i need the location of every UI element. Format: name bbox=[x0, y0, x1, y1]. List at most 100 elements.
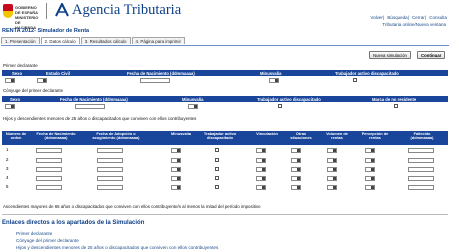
otras-situaciones-select[interactable] bbox=[291, 167, 301, 172]
government-logo: GOBIERNO DE ESPAÑA MINISTERIO DE HACIEND… bbox=[2, 2, 42, 30]
row-number: 1 bbox=[6, 147, 9, 152]
no-residente-checkbox[interactable] bbox=[394, 104, 398, 108]
minusvalia-select[interactable] bbox=[269, 78, 279, 83]
agencia-tributaria-logo-icon bbox=[55, 3, 69, 17]
conyuge-label: Cónyuge del primer declarante bbox=[3, 88, 64, 93]
link-volver[interactable]: Volver bbox=[370, 15, 383, 20]
link-primer-declarante[interactable]: Primer declarante bbox=[16, 231, 52, 236]
row-number: 2 bbox=[6, 157, 9, 162]
trabajador-checkbox[interactable] bbox=[215, 176, 219, 180]
minusvalia-select[interactable] bbox=[171, 176, 181, 181]
primer-declarante-header: Sexo Estado Civil Fecha de Nacimiento (d… bbox=[2, 70, 448, 76]
otras-situaciones-select[interactable] bbox=[291, 148, 301, 153]
vinculacion-select[interactable] bbox=[256, 185, 266, 190]
col-trabajador: Trabajador activo discapacitado bbox=[257, 96, 321, 102]
fecha-nacimiento-input[interactable] bbox=[36, 148, 62, 153]
vinculacion-select[interactable] bbox=[256, 158, 266, 163]
link-consulta[interactable]: Consulta bbox=[429, 15, 447, 20]
col-trabajador: Trabajador activo discapacitado bbox=[335, 70, 399, 76]
trabajador-checkbox[interactable] bbox=[215, 158, 219, 162]
tab-datos-calculo[interactable]: 2. Datos cálculo bbox=[40, 37, 80, 44]
th-fallecido: Fallecido (ddmmaaaa) bbox=[410, 131, 434, 141]
minusvalia-select[interactable] bbox=[171, 158, 181, 163]
coat-of-arms-icon bbox=[3, 4, 13, 18]
percepcion-rentas-select[interactable] bbox=[365, 167, 375, 172]
tab-presentacion[interactable]: 1. Presentación bbox=[1, 37, 40, 44]
fallecido-input[interactable] bbox=[408, 148, 434, 153]
hijos-table-header: Número de orden Fecha de Nacimiento (ddm… bbox=[2, 131, 448, 145]
th-fecha-nacimiento: Fecha de Nacimiento (ddmmaaaa) bbox=[36, 131, 76, 141]
fecha-nacimiento-input[interactable] bbox=[36, 158, 62, 163]
primer-declarante-label: Primer declarante bbox=[3, 63, 38, 68]
fallecido-input[interactable] bbox=[408, 158, 434, 163]
conyuge-minusvalia-select[interactable] bbox=[188, 104, 198, 109]
continue-button[interactable]: Continuar bbox=[417, 51, 446, 59]
percepcion-rentas-select[interactable] bbox=[365, 176, 375, 181]
percepcion-rentas-select[interactable] bbox=[365, 148, 375, 153]
fecha-adopcion-input[interactable] bbox=[97, 176, 123, 181]
percepcion-rentas-select[interactable] bbox=[365, 158, 375, 163]
th-fecha-adopcion: Fecha de Adopción o acogimiento (ddmmaaa… bbox=[92, 131, 140, 141]
minusvalia-select[interactable] bbox=[171, 167, 181, 172]
fecha-nacimiento-input[interactable] bbox=[140, 78, 170, 83]
fallecido-input[interactable] bbox=[408, 176, 434, 181]
online-tax-link[interactable]: Tributaria online/Nueva ventana bbox=[382, 22, 446, 27]
fecha-adopcion-input[interactable] bbox=[97, 148, 123, 153]
link-hijos[interactable]: Hijos y descendientes menores de 25 años… bbox=[16, 245, 218, 250]
conyuge-trabajador-checkbox[interactable] bbox=[278, 104, 282, 108]
tab-resultados[interactable]: 3. Resultados cálculo bbox=[80, 37, 131, 44]
tab-imprimir[interactable]: 4. Página para imprimir bbox=[131, 37, 185, 44]
trabajador-checkbox[interactable] bbox=[353, 78, 357, 82]
volumen-rentas-select[interactable] bbox=[327, 158, 337, 163]
trabajador-checkbox[interactable] bbox=[215, 167, 219, 171]
agency-title: Agencia Tributaria bbox=[72, 2, 182, 18]
estado-civil-select[interactable] bbox=[37, 78, 47, 83]
link-conyuge[interactable]: Cónyuge del primer declarante bbox=[16, 238, 79, 243]
link-cerrar[interactable]: Cerrar bbox=[412, 15, 425, 20]
volumen-rentas-select[interactable] bbox=[327, 148, 337, 153]
volumen-rentas-select[interactable] bbox=[327, 185, 337, 190]
header-links: Volver| Búsqueda| Cerrar| Consulta bbox=[370, 15, 447, 20]
col-sexo: Sexo bbox=[10, 96, 21, 102]
direct-links-title: Enlaces directos a los apartados de la S… bbox=[2, 220, 145, 226]
link-busqueda[interactable]: Búsqueda bbox=[387, 15, 407, 20]
tab-underline bbox=[1, 45, 449, 46]
otras-situaciones-select[interactable] bbox=[291, 185, 301, 190]
vinculacion-select[interactable] bbox=[256, 148, 266, 153]
th-trabajador: Trabajador activo discapacitado bbox=[203, 131, 237, 141]
trabajador-checkbox[interactable] bbox=[215, 185, 219, 189]
conyuge-fecha-input[interactable] bbox=[75, 104, 105, 109]
new-simulation-button[interactable]: Nueva simulación bbox=[369, 51, 411, 59]
otras-situaciones-select[interactable] bbox=[291, 176, 301, 181]
minusvalia-select[interactable] bbox=[171, 185, 181, 190]
logo-divider bbox=[46, 3, 47, 19]
minusvalia-select[interactable] bbox=[171, 148, 181, 153]
fallecido-input[interactable] bbox=[408, 185, 434, 190]
ascendientes-label: Ascendientes mayores de 65 años o discap… bbox=[3, 204, 261, 209]
col-sexo: Sexo bbox=[12, 70, 23, 76]
otras-situaciones-select[interactable] bbox=[291, 158, 301, 163]
divider bbox=[2, 214, 448, 215]
trabajador-checkbox[interactable] bbox=[215, 148, 219, 152]
th-otras-situaciones: Otras situaciones bbox=[290, 131, 312, 141]
th-volumen-rentas: Volumen de rentas bbox=[326, 131, 348, 141]
sexo-select[interactable] bbox=[5, 78, 15, 83]
th-minusvalia: Minusvalía bbox=[171, 131, 191, 136]
volumen-rentas-select[interactable] bbox=[327, 167, 337, 172]
col-minusvalia: Minusvalía bbox=[182, 96, 204, 102]
vinculacion-select[interactable] bbox=[256, 167, 266, 172]
fecha-nacimiento-input[interactable] bbox=[36, 185, 62, 190]
conyuge-sexo-select[interactable] bbox=[5, 104, 15, 109]
fecha-adopcion-input[interactable] bbox=[97, 185, 123, 190]
col-estado-civil: Estado Civil bbox=[46, 70, 70, 76]
fecha-adopcion-input[interactable] bbox=[97, 167, 123, 172]
fallecido-input[interactable] bbox=[408, 167, 434, 172]
page-title: RENTA 2012- Simulador de Renta bbox=[2, 28, 90, 34]
percepcion-rentas-select[interactable] bbox=[365, 185, 375, 190]
fecha-nacimiento-input[interactable] bbox=[36, 176, 62, 181]
volumen-rentas-select[interactable] bbox=[327, 176, 337, 181]
col-fecha-nacimiento: Fecha de Nacimiento (ddmmaaaa) bbox=[127, 70, 195, 76]
fecha-adopcion-input[interactable] bbox=[97, 158, 123, 163]
vinculacion-select[interactable] bbox=[256, 176, 266, 181]
fecha-nacimiento-input[interactable] bbox=[36, 167, 62, 172]
